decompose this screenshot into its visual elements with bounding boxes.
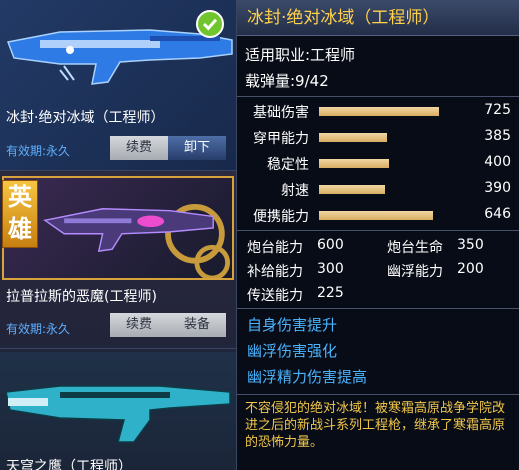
capability-value: 350 (457, 237, 484, 253)
perk-item: 幽浮精力伤害提高 (247, 368, 368, 386)
perk-item: 幽浮伤害强化 (247, 342, 338, 360)
capability-label: 幽浮能力 (387, 264, 443, 280)
ammo-info: 载弹量:9/42 (245, 72, 329, 90)
stat-bar (319, 159, 449, 168)
weapon-description: 不容侵犯的绝对冰域！被寒霜高原战争学院改进之后的新战斗系列工程枪，继承了寒霜高原… (245, 401, 506, 450)
divider (0, 170, 238, 171)
capability-value: 200 (457, 261, 484, 277)
weapon-name: 天穹之鹰（工程师） (6, 459, 132, 470)
stat-label: 基础伤害 (253, 105, 309, 121)
stat-value: 725 (484, 102, 511, 118)
stat-label: 便携能力 (253, 209, 309, 225)
stat-value: 385 (484, 128, 511, 144)
divider (237, 394, 519, 395)
stat-bar (319, 107, 449, 116)
renew-button[interactable]: 续费 (110, 313, 168, 337)
stat-label: 稳定性 (267, 157, 309, 173)
stat-value: 390 (484, 180, 511, 196)
weapon-expiry: 有效期:永久 (6, 322, 71, 336)
weapon-name: 冰封·绝对冰域（工程师） (6, 110, 165, 126)
stat-label: 射速 (281, 183, 309, 199)
list-item[interactable]: 天穹之鹰（工程师） (0, 352, 238, 470)
weapon-image (5, 385, 231, 443)
divider (237, 230, 519, 231)
capability-label: 炮台能力 (247, 240, 303, 256)
job-info: 适用职业:工程师 (245, 46, 356, 64)
divider (237, 308, 519, 309)
stat-label: 穿甲能力 (253, 131, 309, 147)
weapon-list: 冰封·绝对冰域（工程师） 有效期:永久 续费 卸下 英雄 拉普拉斯的恶魔(工程师… (0, 0, 238, 470)
capability-label: 补给能力 (247, 264, 303, 280)
stat-value: 646 (484, 206, 511, 222)
weapon-name: 拉普拉斯的恶魔(工程师) (6, 289, 157, 305)
stat-value: 400 (484, 154, 511, 170)
hero-badge: 英雄 (2, 180, 38, 248)
weapon-expiry: 有效期:永久 (6, 144, 71, 158)
capability-value: 300 (317, 261, 344, 277)
equipped-check-icon (196, 10, 224, 38)
list-item[interactable]: 英雄 拉普拉斯的恶魔(工程师) 有效期:永久 续费 装备 (0, 172, 238, 344)
stat-bar (319, 133, 449, 142)
divider (0, 348, 238, 349)
list-item[interactable]: 冰封·绝对冰域（工程师） 有效期:永久 续费 卸下 (0, 0, 238, 170)
perk-item: 自身伤害提升 (247, 316, 338, 334)
unequip-button[interactable]: 卸下 (168, 136, 226, 160)
renew-button[interactable]: 续费 (110, 136, 168, 160)
equip-button[interactable]: 装备 (168, 313, 226, 337)
capability-label: 炮台生命 (387, 240, 443, 256)
stat-bar (319, 211, 449, 220)
capability-label: 传送能力 (247, 288, 303, 304)
divider (237, 96, 519, 97)
stat-bar (319, 185, 449, 194)
weapon-detail-panel: 冰封·绝对冰域（工程师） 适用职业:工程师 载弹量:9/42 基础伤害 725 … (236, 0, 519, 470)
detail-title: 冰封·绝对冰域（工程师） (237, 0, 519, 36)
capability-value: 600 (317, 237, 344, 253)
capability-value: 225 (317, 285, 344, 301)
